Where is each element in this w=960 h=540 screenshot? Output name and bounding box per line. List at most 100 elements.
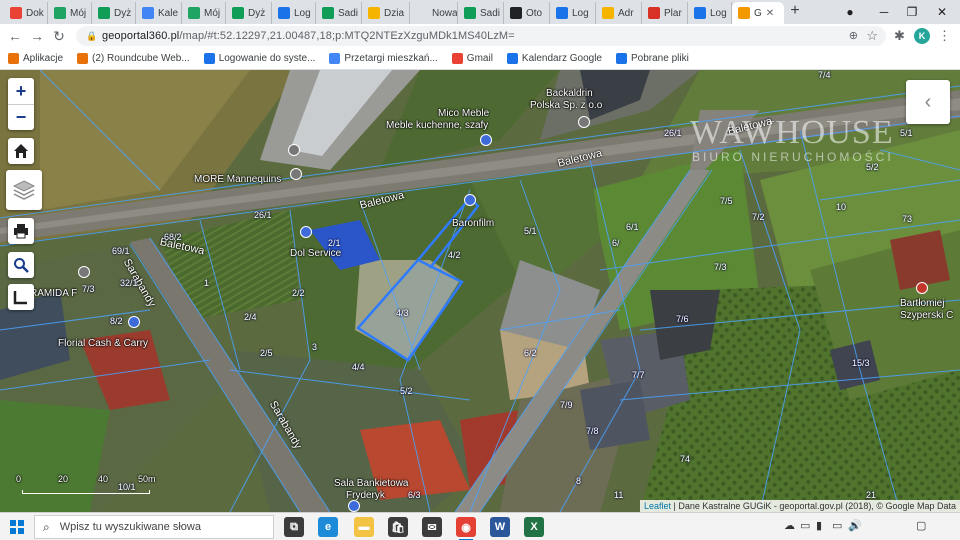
- new-tab-button[interactable]: +: [786, 3, 804, 21]
- browser-tab[interactable]: Sadi: [316, 2, 362, 24]
- bookmark-item[interactable]: Kalendarz Google: [506, 53, 602, 64]
- tray-window-icon[interactable]: ▭: [800, 519, 810, 532]
- weather-cloud-icon[interactable]: ☁: [784, 519, 795, 532]
- parcel-number[interactable]: 2/5: [260, 348, 273, 358]
- poi-marker-icon[interactable]: [480, 134, 492, 146]
- place-label[interactable]: Florial Cash & Carry: [58, 338, 148, 349]
- place-label[interactable]: Bartłomiej: [900, 298, 944, 309]
- excel-icon[interactable]: X: [524, 517, 544, 537]
- task-view-icon[interactable]: ⧉: [284, 517, 304, 537]
- bookmark-item[interactable]: (2) Roundcube Web...: [77, 53, 190, 64]
- parcel-number[interactable]: 7/8: [586, 426, 599, 436]
- measure-area-icon[interactable]: [8, 284, 34, 310]
- parcel-number[interactable]: 26/1: [254, 210, 272, 220]
- browser-tab[interactable]: Plar: [642, 2, 688, 24]
- minimize-button[interactable]: ─: [874, 3, 894, 21]
- poi-marker-icon[interactable]: [916, 282, 928, 294]
- parcel-number[interactable]: 5/1: [524, 226, 537, 236]
- place-label[interactable]: MORE Mannequins: [194, 174, 281, 185]
- taskbar-search-input[interactable]: ⌕ Wpisz tu wyszukiwane słowa: [34, 515, 274, 539]
- url-text[interactable]: geoportal360.pl/map/#t:52.12297,21.00487…: [102, 30, 515, 42]
- parcel-number[interactable]: 6/3: [408, 490, 421, 500]
- parcel-number[interactable]: 7/4: [818, 70, 831, 80]
- volume-icon[interactable]: 🔊: [848, 519, 862, 532]
- parcel-number[interactable]: 7/9: [560, 400, 573, 410]
- parcel-number[interactable]: 26/1: [664, 128, 682, 138]
- search-icon[interactable]: [8, 252, 34, 278]
- parcel-number[interactable]: 8: [576, 476, 581, 486]
- parcel-number[interactable]: 7/3: [714, 262, 727, 272]
- poi-marker-icon[interactable]: [128, 316, 140, 328]
- browser-tab[interactable]: Mój: [48, 2, 92, 24]
- edge-icon[interactable]: e: [318, 517, 338, 537]
- print-icon[interactable]: [8, 218, 34, 244]
- parcel-number[interactable]: 7/6: [676, 314, 689, 324]
- satellite-map[interactable]: Baletowa Baletowa Baletowa Baletowa Saraband…: [0, 70, 960, 512]
- browser-tab[interactable]: Dzia: [362, 2, 410, 24]
- parcel-number[interactable]: 4/3: [396, 308, 409, 318]
- browser-tab[interactable]: Oto: [504, 2, 550, 24]
- browser-tab[interactable]: Nowa ka: [410, 2, 458, 24]
- bookmark-item[interactable]: Gmail: [451, 53, 493, 64]
- lock-icon[interactable]: 🔒: [86, 31, 97, 41]
- parcel-number[interactable]: 7/2: [752, 212, 765, 222]
- home-icon[interactable]: [8, 138, 34, 164]
- maximize-button[interactable]: ❐: [902, 3, 922, 21]
- poi-marker-icon[interactable]: [300, 226, 312, 238]
- parcel-number[interactable]: 21: [866, 490, 876, 500]
- store-icon[interactable]: 🛍: [388, 517, 408, 537]
- parcel-number[interactable]: 5/2: [866, 162, 879, 172]
- browser-tab[interactable]: Sadi: [458, 2, 504, 24]
- word-icon[interactable]: W: [490, 517, 510, 537]
- place-label[interactable]: Polska Sp. z o.o: [530, 100, 602, 111]
- place-label[interactable]: Baronfilm: [452, 218, 494, 229]
- parcel-number[interactable]: 69/1: [112, 246, 130, 256]
- parcel-number[interactable]: 2/2: [292, 288, 305, 298]
- browser-tab[interactable]: Kale: [136, 2, 182, 24]
- poi-marker-icon[interactable]: [578, 116, 590, 128]
- record-icon[interactable]: ●: [840, 3, 860, 21]
- browser-tab[interactable]: Dyż: [92, 2, 136, 24]
- place-label[interactable]: Dol Service: [290, 248, 341, 259]
- parcel-number[interactable]: 7/3: [82, 284, 95, 294]
- zoom-in-button[interactable]: +: [8, 78, 34, 104]
- parcel-number[interactable]: 1: [204, 278, 209, 288]
- browser-menu-icon[interactable]: ⋮: [938, 28, 951, 44]
- battery-icon[interactable]: ▮: [816, 519, 822, 532]
- mail-icon[interactable]: ✉: [422, 517, 442, 537]
- network-icon[interactable]: ▭: [832, 519, 842, 532]
- browser-tab[interactable]: Log: [688, 2, 732, 24]
- bookmark-star-icon[interactable]: ☆: [866, 28, 878, 44]
- bookmark-item[interactable]: Logowanie do syste...: [203, 53, 315, 64]
- browser-tab[interactable]: G ✕: [732, 2, 784, 24]
- place-label[interactable]: Meble kuchenne, szafy: [386, 120, 488, 131]
- parcel-number[interactable]: 74: [680, 454, 690, 464]
- close-window-button[interactable]: ✕: [932, 3, 952, 21]
- poi-marker-icon[interactable]: [290, 168, 302, 180]
- browser-tab[interactable]: Adr: [596, 2, 642, 24]
- collapse-panel-chevron-icon[interactable]: ‹: [906, 80, 950, 124]
- bookmark-item[interactable]: Przetargi mieszkań...: [329, 53, 438, 64]
- browser-tab[interactable]: Log: [550, 2, 596, 24]
- parcel-number[interactable]: 6/1: [626, 222, 639, 232]
- zoom-icon[interactable]: ⊕: [849, 29, 858, 42]
- browser-tab[interactable]: Mój: [182, 2, 226, 24]
- place-label[interactable]: Sala Bankietowa: [334, 478, 409, 489]
- parcel-number[interactable]: 8/2: [110, 316, 123, 326]
- parcel-number[interactable]: 32/1: [120, 278, 138, 288]
- place-label[interactable]: Mico Meble: [438, 108, 489, 119]
- back-arrow-icon[interactable]: ←: [6, 27, 24, 45]
- zoom-out-button[interactable]: −: [8, 104, 34, 130]
- parcel-number[interactable]: 4/4: [352, 362, 365, 372]
- parcel-number[interactable]: 3: [312, 342, 317, 352]
- poi-marker-icon[interactable]: [288, 144, 300, 156]
- extensions-puzzle-icon[interactable]: ✱: [894, 28, 905, 44]
- forward-arrow-icon[interactable]: →: [28, 27, 46, 45]
- browser-tab[interactable]: Dok: [4, 2, 48, 24]
- bookmark-item[interactable]: Pobrane pliki: [615, 53, 689, 64]
- close-tab-icon[interactable]: ✕: [766, 8, 774, 19]
- parcel-number[interactable]: 2/1: [328, 238, 341, 248]
- parcel-number[interactable]: 6/2: [524, 348, 537, 358]
- browser-tab[interactable]: Dyż: [226, 2, 272, 24]
- parcel-number[interactable]: 15/3: [852, 358, 870, 368]
